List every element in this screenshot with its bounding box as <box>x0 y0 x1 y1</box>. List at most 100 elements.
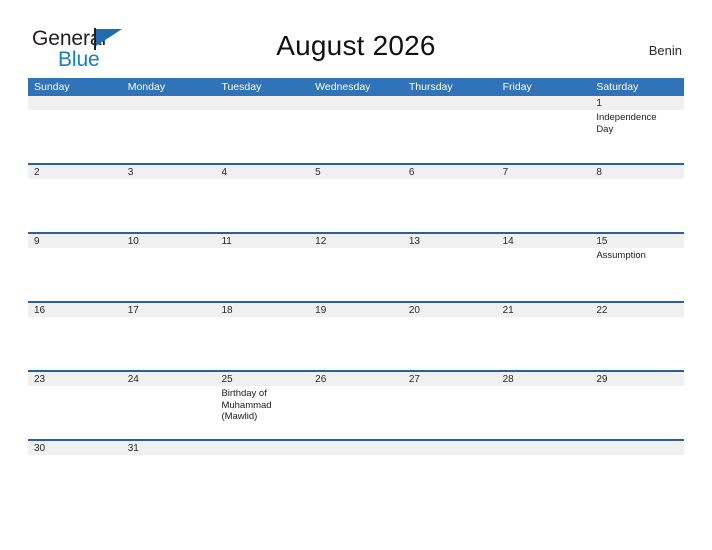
day-number: 5 <box>315 167 321 178</box>
day-number <box>409 442 497 455</box>
calendar-week-row: 30 31 <box>28 439 684 462</box>
calendar-day-empty <box>215 96 309 163</box>
calendar-day-17[interactable]: 17 <box>122 303 216 370</box>
calendar-day-16[interactable]: 16 <box>28 303 122 370</box>
calendar-day-empty <box>28 96 122 163</box>
page-header: General Blue August 2026 Benin <box>0 0 712 78</box>
day-number: 13 <box>408 236 420 247</box>
calendar-day-27[interactable]: 27 <box>403 372 497 439</box>
day-number <box>409 97 497 110</box>
calendar-day-28[interactable]: 28 <box>497 372 591 439</box>
calendar-day-11[interactable]: 11 <box>215 234 309 301</box>
calendar-day-10[interactable]: 10 <box>122 234 216 301</box>
day-number <box>128 97 216 110</box>
weekday-header-monday: Monday <box>127 81 166 93</box>
day-number <box>315 442 403 455</box>
day-number: 16 <box>34 305 46 316</box>
day-number: 9 <box>34 236 40 247</box>
weekday-header-friday: Friday <box>502 81 532 93</box>
calendar-day-empty <box>403 96 497 163</box>
day-number: 20 <box>408 305 420 316</box>
calendar-day-13[interactable]: 13 <box>403 234 497 301</box>
day-number <box>503 442 591 455</box>
calendar-day-2[interactable]: 2 <box>28 165 122 232</box>
calendar-day-4[interactable]: 4 <box>215 165 309 232</box>
calendar-day-empty <box>215 441 309 462</box>
calendar-day-25[interactable]: 25 Birthday of Muhammad (Mawlid) <box>215 372 309 439</box>
calendar-day-empty <box>309 96 403 163</box>
calendar-day-14[interactable]: 14 <box>497 234 591 301</box>
day-number: 21 <box>502 305 514 316</box>
calendar-day-5[interactable]: 5 <box>309 165 403 232</box>
weekday-header-thursday: Thursday <box>408 81 453 93</box>
day-number: 27 <box>408 374 420 385</box>
calendar-day-22[interactable]: 22 <box>590 303 684 370</box>
calendar-day-31[interactable]: 31 <box>122 441 216 462</box>
day-number: 12 <box>315 236 327 247</box>
day-number: 7 <box>502 167 509 178</box>
weekday-header-row: Sunday Monday Tuesday Wednesday Thursday Frid… <box>28 78 684 96</box>
holiday-label: Birthday of Muhammad (Mawlid) <box>221 388 272 422</box>
day-number: 26 <box>315 374 327 385</box>
calendar-day-26[interactable]: 26 <box>309 372 403 439</box>
calendar-day-9[interactable]: 9 <box>28 234 122 301</box>
day-number: 2 <box>34 167 40 178</box>
calendar-day-20[interactable]: 20 <box>403 303 497 370</box>
calendar-day-cells: 2 3 4 5 6 7 8 <box>28 165 684 232</box>
calendar-week-row: 16 17 18 19 20 21 22 <box>28 301 684 370</box>
holiday-label: Independence Day <box>596 112 657 135</box>
day-number: 4 <box>221 167 227 178</box>
calendar-day-empty <box>590 441 684 462</box>
day-number: 15 <box>596 236 608 247</box>
calendar-day-cells: 1 Independence Day <box>28 96 684 163</box>
calendar-day-cells: 23 24 25 Birthday of Muhammad (Mawlid) 26 27 2… <box>28 372 684 439</box>
calendar-week-row: 23 24 25 Birthday of Muhammad (Mawlid) 26 27 2… <box>28 370 684 439</box>
day-number: 18 <box>221 305 233 316</box>
calendar-day-29[interactable]: 29 <box>590 372 684 439</box>
calendar-grid: Sunday Monday Tuesday Wednesday Thursday Frid… <box>28 78 684 462</box>
calendar-week-row: 9 10 11 12 13 14 15 Assumption <box>28 232 684 301</box>
day-number: 31 <box>127 443 139 454</box>
day-number: 22 <box>596 305 608 316</box>
weekday-header-tuesday: Tuesday <box>221 81 262 93</box>
day-number: 3 <box>127 167 134 178</box>
holiday-label: Assumption <box>596 250 646 261</box>
calendar-day-19[interactable]: 19 <box>309 303 403 370</box>
calendar-day-30[interactable]: 30 <box>28 441 122 462</box>
day-number <box>34 97 122 110</box>
day-number: 10 <box>127 236 139 247</box>
calendar-day-cells: 16 17 18 19 20 21 22 <box>28 303 684 370</box>
calendar-day-24[interactable]: 24 <box>122 372 216 439</box>
day-number: 14 <box>502 236 514 247</box>
day-number <box>221 97 309 110</box>
day-number <box>315 97 403 110</box>
day-number: 8 <box>596 167 602 178</box>
day-number: 17 <box>127 305 139 316</box>
day-number: 19 <box>315 305 327 316</box>
day-number: 23 <box>34 374 46 385</box>
day-number: 29 <box>596 374 608 385</box>
calendar-day-23[interactable]: 23 <box>28 372 122 439</box>
calendar-day-1[interactable]: 1 Independence Day <box>590 96 684 163</box>
calendar-day-7[interactable]: 7 <box>497 165 591 232</box>
weekday-header-wednesday: Wednesday <box>315 81 371 93</box>
calendar-week-row: 2 3 4 5 6 7 8 <box>28 163 684 232</box>
calendar-day-18[interactable]: 18 <box>215 303 309 370</box>
calendar-day-cells: 30 31 <box>28 441 684 462</box>
calendar-day-3[interactable]: 3 <box>122 165 216 232</box>
calendar-week-row: 1 Independence Day <box>28 96 684 163</box>
weekday-header-sunday: Sunday <box>34 81 70 93</box>
calendar-day-15[interactable]: 15 Assumption <box>590 234 684 301</box>
weekday-header-saturday: Saturday <box>596 81 639 93</box>
calendar-day-12[interactable]: 12 <box>309 234 403 301</box>
page-title: August 2026 <box>276 30 436 61</box>
calendar-day-8[interactable]: 8 <box>590 165 684 232</box>
calendar-day-cells: 9 10 11 12 13 14 15 Assumption <box>28 234 684 301</box>
calendar-day-21[interactable]: 21 <box>497 303 591 370</box>
calendar-day-6[interactable]: 6 <box>403 165 497 232</box>
calendar-day-empty <box>309 441 403 462</box>
day-number: 30 <box>34 443 46 454</box>
day-number <box>221 442 309 455</box>
calendar-day-empty <box>122 96 216 163</box>
calendar-day-empty <box>403 441 497 462</box>
